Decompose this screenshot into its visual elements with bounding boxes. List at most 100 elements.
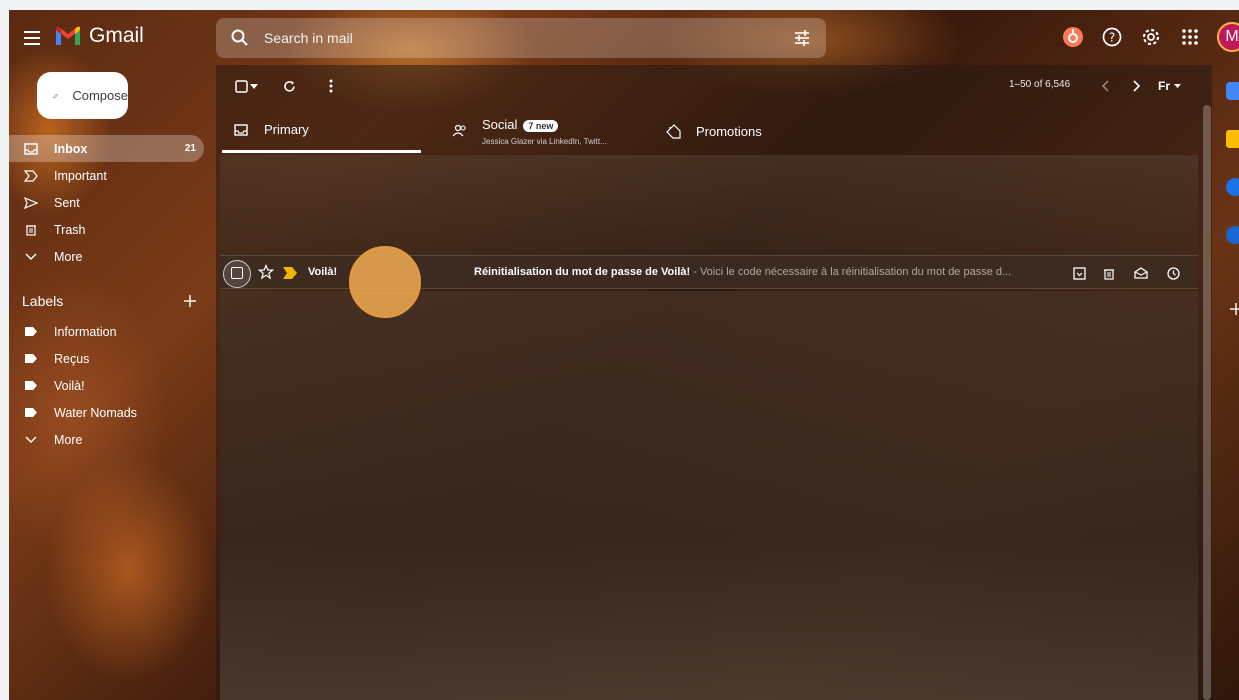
side-panel-apps xyxy=(1221,80,1239,340)
archive-icon[interactable] xyxy=(1070,264,1088,282)
labels-heading: Labels xyxy=(22,293,64,309)
tab-label: Social xyxy=(482,117,518,132)
sidebar-item-sent[interactable]: Sent xyxy=(9,189,204,216)
menu-icon-line xyxy=(24,37,40,39)
chevron-down-icon xyxy=(24,433,38,447)
top-bar-actions: ? M xyxy=(1061,22,1239,52)
gmail-m-icon xyxy=(56,26,80,45)
sidebar-item-label: Trash xyxy=(54,222,86,237)
refresh-icon[interactable] xyxy=(280,77,298,95)
sidebar-item-label: Sent xyxy=(54,195,80,210)
label-tag-icon xyxy=(24,325,38,339)
mark-as-read-icon[interactable] xyxy=(1132,264,1150,282)
star-icon[interactable] xyxy=(258,264,274,280)
menu-icon-line xyxy=(24,43,40,45)
next-page-icon[interactable] xyxy=(1127,77,1145,95)
tag-icon xyxy=(666,123,682,139)
mail-list-panel: 1–50 of 6,546 Fr Primary Social 7 new Je… xyxy=(216,65,1212,700)
account-avatar[interactable]: M xyxy=(1217,22,1239,52)
email-snippet: - Voici le code nécessaire à la réinitia… xyxy=(690,266,1012,278)
inbox-icon xyxy=(234,122,250,138)
gmail-logo-text: Gmail xyxy=(89,24,144,47)
calendar-icon[interactable] xyxy=(1226,82,1239,100)
input-tools-label: Fr xyxy=(1158,79,1170,93)
label-item-more[interactable]: More xyxy=(9,426,204,453)
social-tab-text: Social 7 new Jessica Glazer via LinkedIn,… xyxy=(482,116,607,146)
label-item-water-nomads[interactable]: Water Nomads xyxy=(9,399,204,426)
keep-icon[interactable] xyxy=(1226,130,1239,148)
new-count-badge: 7 new xyxy=(523,120,559,132)
tab-promotions[interactable]: Promotions xyxy=(654,109,854,153)
label-item-text: Information xyxy=(54,324,117,339)
list-blurred-area xyxy=(220,155,1198,255)
add-addon-icon[interactable] xyxy=(1229,302,1239,316)
compose-button[interactable]: Compose xyxy=(37,72,128,119)
gmail-window: Gmail Search in mail ? M Compose Inbox 2… xyxy=(9,10,1239,700)
chevron-down-icon xyxy=(24,250,38,264)
sidebar-item-trash[interactable]: Trash xyxy=(9,216,204,243)
send-icon xyxy=(24,196,38,210)
list-blurred-area xyxy=(220,291,1198,700)
pencil-icon xyxy=(53,93,59,98)
settings-gear-icon[interactable] xyxy=(1139,25,1163,49)
main-menu-button[interactable] xyxy=(21,26,45,50)
prev-page-icon[interactable] xyxy=(1097,77,1115,95)
more-options-icon[interactable] xyxy=(322,77,340,95)
gmail-logo[interactable]: Gmail xyxy=(55,24,144,48)
mail-list-scrollbar[interactable] xyxy=(1203,105,1211,700)
email-subject: Réinitialisation du mot de passe de Voil… xyxy=(474,266,691,278)
label-item-text: Water Nomads xyxy=(54,405,137,420)
important-marker-icon[interactable] xyxy=(283,267,297,279)
add-label-icon[interactable] xyxy=(183,294,197,308)
label-item-text: Reçus xyxy=(54,351,90,366)
search-bar[interactable]: Search in mail xyxy=(216,18,826,58)
tab-social[interactable]: Social 7 new Jessica Glazer via LinkedIn,… xyxy=(440,109,640,153)
sidebar-item-label: Inbox xyxy=(54,141,88,156)
social-tab-senders: Jessica Glazer via LinkedIn, Twitt... xyxy=(482,137,607,146)
label-item-text: More xyxy=(54,432,83,447)
category-tabs: Primary Social 7 new Jessica Glazer via L… xyxy=(216,109,1212,153)
delete-icon[interactable] xyxy=(1100,264,1118,282)
sidebar-item-inbox[interactable]: Inbox 21 xyxy=(9,135,204,162)
sidebar-item-more[interactable]: More xyxy=(9,243,204,270)
snooze-clock-icon[interactable] xyxy=(1164,264,1182,282)
sidebar-item-label: More xyxy=(54,249,83,264)
tasks-icon[interactable] xyxy=(1226,178,1239,196)
help-icon[interactable]: ? xyxy=(1100,25,1124,49)
extension-icon[interactable] xyxy=(1061,25,1085,49)
important-icon xyxy=(24,169,38,183)
label-tag-icon xyxy=(24,352,38,366)
label-item-voila[interactable]: Voilà! xyxy=(9,372,204,399)
select-menu-caret-icon[interactable] xyxy=(249,77,259,95)
tab-label: Promotions xyxy=(696,123,762,139)
sidebar-item-label: Important xyxy=(54,168,107,183)
people-icon xyxy=(452,123,468,139)
label-tag-icon xyxy=(24,379,38,393)
apps-grid-icon[interactable] xyxy=(1178,25,1202,49)
inbox-icon xyxy=(24,142,38,156)
contacts-icon[interactable] xyxy=(1226,226,1239,244)
email-subject-line: Réinitialisation du mot de passe de Voil… xyxy=(474,266,1054,278)
page-count: 1–50 of 6,546 xyxy=(1009,79,1071,90)
search-options-icon[interactable] xyxy=(792,28,812,48)
sidebar-item-important[interactable]: Important xyxy=(9,162,204,189)
search-input[interactable]: Search in mail xyxy=(264,30,353,46)
label-item-text: Voilà! xyxy=(54,378,85,393)
label-item-recus[interactable]: Reçus xyxy=(9,345,204,372)
input-tools-button[interactable]: Fr xyxy=(1158,77,1192,95)
row-checkbox[interactable] xyxy=(231,267,243,279)
email-sender: Voilà! xyxy=(308,266,338,278)
tab-primary[interactable]: Primary xyxy=(222,109,421,153)
search-icon[interactable] xyxy=(230,28,250,48)
compose-label: Compose xyxy=(72,88,128,103)
labels-header: Labels xyxy=(22,290,197,312)
tab-label: Primary xyxy=(264,122,309,137)
mail-toolbar: 1–50 of 6,546 Fr xyxy=(216,65,1212,105)
click-highlight-marker xyxy=(349,246,421,318)
menu-icon-line xyxy=(24,31,40,33)
labels-list: Information Reçus Voilà! Water Nomads Mo… xyxy=(9,318,204,453)
svg-text:?: ? xyxy=(1109,31,1115,45)
select-all-checkbox[interactable] xyxy=(232,77,250,95)
label-item-information[interactable]: Information xyxy=(9,318,204,345)
sidebar-nav: Inbox 21 Important Sent Trash More xyxy=(9,135,204,270)
